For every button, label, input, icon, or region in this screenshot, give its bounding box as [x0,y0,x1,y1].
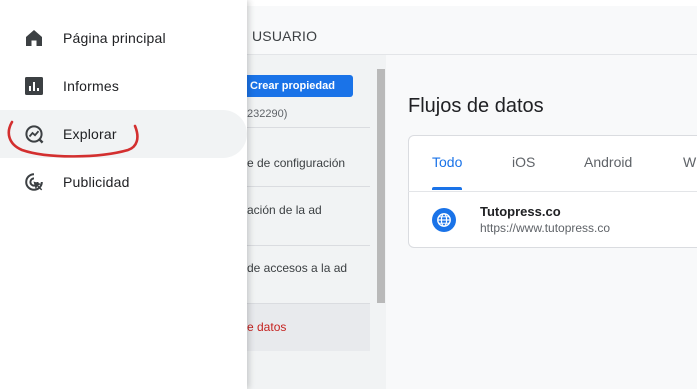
divider [247,127,370,128]
nav-item-explore[interactable]: Explorar [0,110,247,158]
nav-drawer: Página principal Informes Explorar Publi… [0,0,247,389]
admin-item-label: de accesos a la ad [247,261,348,275]
create-property-button[interactable]: Crear propiedad [247,75,353,97]
nav-item-reports[interactable]: Informes [0,62,247,110]
scrollbar[interactable] [377,69,385,303]
nav-item-label: Explorar [63,126,117,142]
bar-chart-icon [24,76,44,96]
home-icon [24,28,44,48]
tab-all[interactable]: Todo [432,154,462,170]
stream-url: https://www.tutopress.co [480,221,611,235]
admin-item-setup-assistant[interactable]: e de configuración [247,156,370,170]
divider [408,191,697,192]
active-tab-indicator [432,187,462,190]
nav-item-home[interactable]: Página principal [0,14,247,62]
nav-item-advertising[interactable]: Publicidad [0,158,247,206]
admin-item-label: ación de la ad [247,203,322,217]
app-page: USUARIO Crear propiedad 232290) e de con… [0,0,697,389]
header-title: USUARIO [252,28,318,44]
tab-ios[interactable]: iOS [512,154,535,170]
tab-web[interactable]: W [683,154,696,170]
admin-item-property-settings[interactable]: ación de la ad [247,203,370,217]
admin-item-data-streams[interactable]: e datos [247,304,370,351]
divider [247,245,370,246]
explore-icon [24,124,44,144]
tab-android[interactable]: Android [584,154,632,170]
stream-name[interactable]: Tutopress.co [480,204,561,219]
nav-item-label: Página principal [63,30,166,46]
divider [247,186,370,187]
nav-item-label: Informes [63,78,120,94]
globe-icon [432,208,456,232]
property-id: 232290) [247,108,288,120]
nav-item-label: Publicidad [63,174,130,190]
advertising-icon [24,172,44,192]
admin-item-access-management[interactable]: de accesos a la ad [247,261,370,275]
page-title: Flujos de datos [408,95,544,117]
